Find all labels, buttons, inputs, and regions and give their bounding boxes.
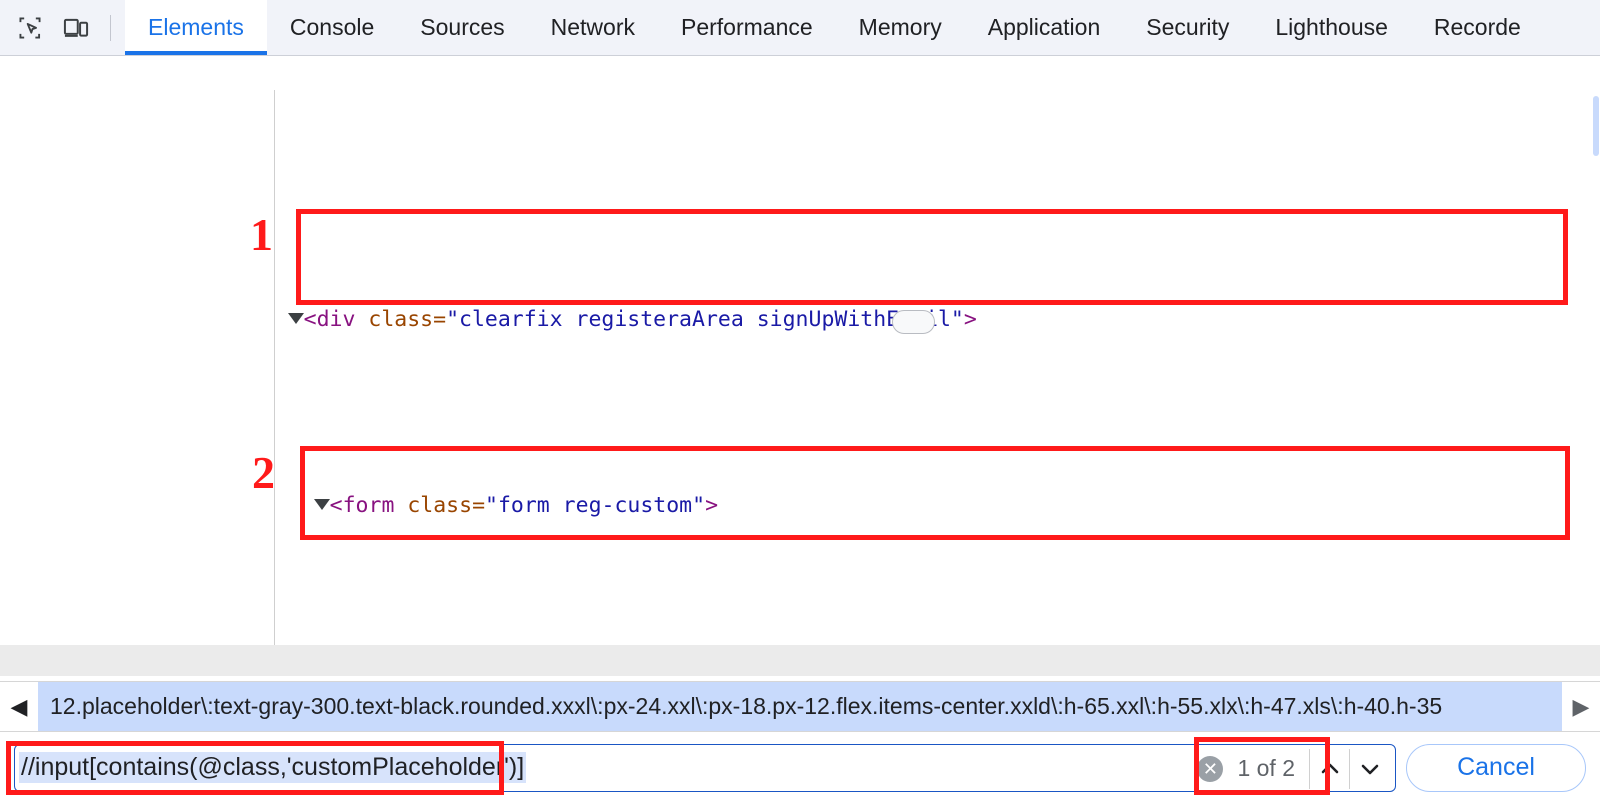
breadcrumb-forward-button[interactable]: ▶ <box>1562 682 1600 731</box>
dom-row-registerarea[interactable]: <div class="clearfix registeraArea signU… <box>0 273 1600 332</box>
breadcrumb-selected-node[interactable]: 12.placeholder\:text-gray-300.text-black… <box>38 682 1562 731</box>
inspect-element-icon[interactable] <box>10 8 50 48</box>
breadcrumb-bar: ◀ 12.placeholder\:text-gray-300.text-bla… <box>0 681 1600 731</box>
tab-label: Elements <box>148 14 244 40</box>
expand-triangle-icon[interactable] <box>287 312 304 324</box>
dom-attr-name: class= <box>394 493 486 518</box>
tab-security[interactable]: Security <box>1123 0 1252 55</box>
left-arrow-icon: ◀ <box>10 693 28 719</box>
tab-label: Security <box>1146 14 1230 40</box>
tab-lighthouse[interactable]: Lighthouse <box>1252 0 1411 55</box>
tab-label: Console <box>289 14 375 40</box>
chevron-down-icon <box>1361 764 1378 774</box>
device-toolbar-icon[interactable] <box>56 8 96 48</box>
devtools-toolbar: Elements Console Sources Network Perform… <box>0 0 1600 56</box>
tab-label: Sources <box>420 14 505 40</box>
breadcrumb-back-button[interactable]: ◀ <box>0 682 38 731</box>
search-controls: ✕ 1 of 2 <box>1197 748 1389 789</box>
tab-label: Network <box>550 14 635 40</box>
flex-badge-overlay[interactable] <box>812 275 937 368</box>
right-arrow-icon: ▶ <box>1572 693 1590 719</box>
dom-attr-name: class= <box>355 307 447 332</box>
tab-sources[interactable]: Sources <box>397 0 527 55</box>
annotation-number-1: 1 <box>250 209 273 260</box>
dom-tag-close: > <box>705 493 719 518</box>
tab-console[interactable]: Console <box>267 0 397 55</box>
tab-label: Lighthouse <box>1275 14 1388 40</box>
cancel-search-button[interactable]: Cancel <box>1406 743 1586 792</box>
tab-application[interactable]: Application <box>965 0 1124 55</box>
tab-label: Recorde <box>1433 14 1521 40</box>
devtools-search-bar: //input[contains(@class,'customPlacehold… <box>0 731 1600 803</box>
tab-label: Performance <box>681 14 813 40</box>
tab-recorder[interactable]: Recorde <box>1411 0 1544 55</box>
scrollbar-thumb[interactable] <box>1593 96 1599 156</box>
tab-label: Application <box>987 14 1101 40</box>
panel-tabs: Elements Console Sources Network Perform… <box>125 0 1544 55</box>
tab-elements[interactable]: Elements <box>125 0 267 55</box>
search-prev-button[interactable] <box>1309 748 1349 789</box>
dom-tree-panel[interactable]: <div class="clearfix registeraArea signU… <box>0 56 1600 681</box>
tab-label: Memory <box>858 14 942 40</box>
toolbar-icon-group <box>0 0 125 55</box>
expand-triangle-icon[interactable] <box>313 498 330 510</box>
dom-tag-name: <form <box>329 493 395 518</box>
tab-memory[interactable]: Memory <box>836 0 965 55</box>
search-input-wrapper[interactable]: //input[contains(@class,'customPlacehold… <box>14 743 1396 792</box>
chevron-up-icon <box>1321 763 1338 773</box>
tree-guide-line <box>274 90 275 650</box>
breadcrumb-path-label: 12.placeholder\:text-gray-300.text-black… <box>50 693 1443 719</box>
tree-scrollbar[interactable] <box>1592 56 1600 681</box>
dom-attr-value: "form reg-custom" <box>485 493 706 518</box>
search-input[interactable]: //input[contains(@class,'customPlacehold… <box>19 752 527 783</box>
dom-row-form[interactable]: <form class="form reg-custom"> <box>0 459 1600 518</box>
dom-tag-close: > <box>963 307 977 332</box>
cancel-button-label: Cancel <box>1457 753 1535 781</box>
search-next-button[interactable] <box>1349 748 1389 789</box>
devtools-window: Elements Console Sources Network Perform… <box>0 0 1600 803</box>
toolbar-divider <box>110 14 111 41</box>
tab-performance[interactable]: Performance <box>658 0 836 55</box>
annotation-number-2: 2 <box>252 447 275 498</box>
search-match-count: 1 of 2 <box>1237 755 1295 781</box>
tab-network[interactable]: Network <box>528 0 658 55</box>
dom-row-custom-border-1[interactable]: <div class="w-full custom__border xls:mt… <box>0 645 1600 681</box>
clear-search-icon[interactable]: ✕ <box>1197 755 1224 782</box>
dom-tag-name: <div <box>303 307 356 332</box>
